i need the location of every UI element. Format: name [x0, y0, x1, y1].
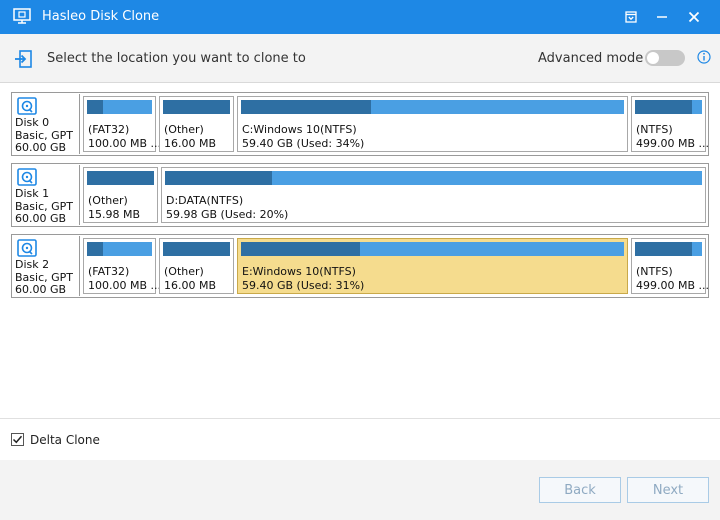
- usage-bar-used: [87, 100, 104, 114]
- minimize-button[interactable]: [653, 8, 671, 26]
- partition-detail: 100.00 MB ...: [88, 279, 162, 292]
- partition-detail: 15.98 MB: [88, 208, 141, 221]
- disk-name: Disk 0: [15, 116, 50, 129]
- disk-size: 60.00 GB: [15, 212, 67, 225]
- instruction-text: Select the location you want to clone to: [47, 51, 306, 66]
- partition-block[interactable]: (NTFS) 499.00 MB ...: [631, 238, 710, 294]
- minimize-icon: [657, 16, 667, 18]
- close-button[interactable]: [685, 8, 703, 26]
- partition-label: (Other): [164, 265, 204, 278]
- usage-bar-used: [635, 242, 692, 256]
- disk-info: Disk 2 Basic, GPT 60.00 GB: [13, 236, 80, 296]
- partition-label: (Other): [164, 123, 204, 136]
- partition-detail: 499.00 MB ...: [636, 279, 710, 292]
- partition-label: C:Windows 10(NTFS): [242, 123, 357, 136]
- usage-bar: [635, 100, 702, 114]
- disk-list: Disk 0 Basic, GPT 60.00 GB (FAT32) 100.0…: [0, 82, 720, 418]
- partition-detail: 16.00 MB: [164, 137, 217, 150]
- options-area: Delta Clone: [0, 418, 720, 460]
- partition-label: E:Windows 10(NTFS): [242, 265, 356, 278]
- usage-bar-used: [87, 171, 154, 185]
- usage-bar: [165, 171, 702, 185]
- disk-text: Disk 2 Basic, GPT 60.00 GB: [15, 258, 73, 297]
- disk-text: Disk 1 Basic, GPT 60.00 GB: [15, 187, 73, 226]
- usage-bar: [87, 242, 152, 256]
- usage-bar: [163, 242, 230, 256]
- disk-icon: [17, 168, 37, 186]
- disk-icon: [17, 97, 37, 115]
- partition-label: D:DATA(NTFS): [166, 194, 244, 207]
- delta-clone-label: Delta Clone: [30, 433, 100, 447]
- partition-block[interactable]: (Other) 16.00 MB: [159, 238, 234, 294]
- partition-detail: 16.00 MB: [164, 279, 217, 292]
- usage-bar: [635, 242, 702, 256]
- partition-block-selected[interactable]: E:Windows 10(NTFS) 59.40 GB (Used: 31%): [237, 238, 628, 294]
- usage-bar: [87, 100, 152, 114]
- destination-icon: [15, 50, 32, 68]
- title-bar: Hasleo Disk Clone: [0, 0, 720, 34]
- partition-detail: 100.00 MB ...: [88, 137, 162, 150]
- advanced-mode-label: Advanced mode: [538, 51, 644, 66]
- menu-button[interactable]: [622, 8, 640, 26]
- partition-block[interactable]: (FAT32) 100.00 MB ...: [83, 238, 161, 294]
- disk-row-1: Disk 1 Basic, GPT 60.00 GB (Other) 15.98…: [11, 163, 709, 227]
- usage-bar-used: [163, 242, 230, 256]
- partition-block[interactable]: (FAT32) 100.00 MB ...: [83, 96, 161, 152]
- partition-block[interactable]: (Other) 15.98 MB: [83, 167, 158, 223]
- footer: Back Next: [0, 460, 720, 520]
- app-logo-icon: [13, 8, 31, 24]
- advanced-mode-toggle[interactable]: [645, 50, 685, 66]
- partition-block[interactable]: (Other) 16.00 MB: [159, 96, 234, 152]
- partition-label: (FAT32): [88, 123, 130, 136]
- window-title: Hasleo Disk Clone: [42, 9, 160, 24]
- usage-bar-used: [163, 100, 230, 114]
- back-button[interactable]: Back: [539, 477, 621, 503]
- disk-name: Disk 1: [15, 187, 50, 200]
- step-header: Select the location you want to clone to…: [0, 34, 720, 82]
- partition-label: (Other): [88, 194, 128, 207]
- next-button[interactable]: Next: [627, 477, 709, 503]
- partition-block[interactable]: (NTFS) 499.00 MB ...: [631, 96, 710, 152]
- partition-detail: 59.40 GB (Used: 31%): [242, 279, 365, 292]
- partition-label: (FAT32): [88, 265, 130, 278]
- partition-detail: 499.00 MB ...: [636, 137, 710, 150]
- partition-detail: 59.40 GB (Used: 34%): [242, 137, 365, 150]
- disk-size: 60.00 GB: [15, 283, 67, 296]
- disk-row-0: Disk 0 Basic, GPT 60.00 GB (FAT32) 100.0…: [11, 92, 709, 156]
- disk-icon: [17, 239, 37, 257]
- menu-icon: [625, 11, 637, 23]
- disk-info: Disk 0 Basic, GPT 60.00 GB: [13, 94, 80, 154]
- disk-info: Disk 1 Basic, GPT 60.00 GB: [13, 165, 80, 225]
- disk-name: Disk 2: [15, 258, 50, 271]
- checkmark-icon: [12, 435, 23, 444]
- partition-detail: 59.98 GB (Used: 20%): [166, 208, 289, 221]
- usage-bar: [163, 100, 230, 114]
- partition-block[interactable]: C:Windows 10(NTFS) 59.40 GB (Used: 34%): [237, 96, 628, 152]
- info-icon[interactable]: [697, 50, 711, 64]
- toggle-knob: [647, 52, 659, 64]
- usage-bar-used: [635, 100, 692, 114]
- usage-bar-used: [241, 100, 372, 114]
- usage-bar-used: [87, 242, 104, 256]
- disk-row-2: Disk 2 Basic, GPT 60.00 GB (FAT32) 100.0…: [11, 234, 709, 298]
- close-icon: [688, 11, 700, 23]
- disk-text: Disk 0 Basic, GPT 60.00 GB: [15, 116, 73, 155]
- partition-label: (NTFS): [636, 123, 673, 136]
- usage-bar: [241, 242, 624, 256]
- delta-clone-checkbox[interactable]: [11, 433, 24, 446]
- usage-bar-used: [241, 242, 360, 256]
- partition-block[interactable]: D:DATA(NTFS) 59.98 GB (Used: 20%): [161, 167, 706, 223]
- usage-bar: [87, 171, 154, 185]
- partition-label: (NTFS): [636, 265, 673, 278]
- disk-size: 60.00 GB: [15, 141, 67, 154]
- usage-bar: [241, 100, 624, 114]
- usage-bar-used: [165, 171, 273, 185]
